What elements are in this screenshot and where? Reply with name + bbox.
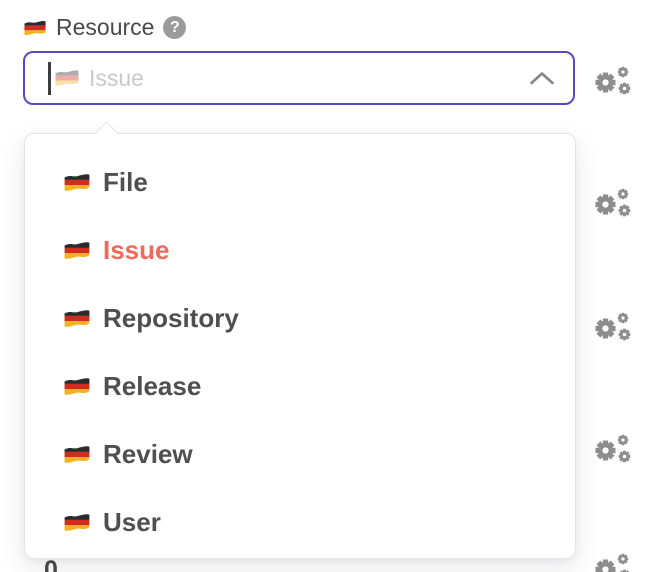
option-label: Repository	[103, 303, 239, 334]
option-file[interactable]: File	[25, 148, 575, 216]
option-user[interactable]: User	[25, 488, 575, 556]
german-flag-icon	[63, 376, 91, 397]
resource-combobox[interactable]: Issue	[23, 51, 575, 105]
german-flag-icon	[63, 512, 91, 533]
option-label: File	[103, 167, 148, 198]
dropdown-options: File Issue Repository Release Review Use…	[25, 134, 575, 558]
field-label-row: Resource ?	[23, 14, 186, 41]
german-flag-icon	[63, 444, 91, 465]
german-flag-icon	[63, 240, 91, 261]
chevron-up-icon[interactable]	[529, 70, 555, 86]
option-issue[interactable]: Issue	[25, 216, 575, 284]
combobox-placeholder: Issue	[89, 65, 144, 92]
field-label: Resource	[56, 14, 154, 41]
option-label: Issue	[103, 235, 170, 266]
gears-icon[interactable]	[592, 186, 632, 220]
parameter-form: Resource ? Issue 0 File Issue Reposi	[0, 0, 650, 572]
german-flag-icon	[23, 19, 47, 37]
gears-icon[interactable]	[592, 432, 632, 466]
option-label: Release	[103, 371, 201, 402]
option-review[interactable]: Review	[25, 420, 575, 488]
german-flag-icon	[63, 308, 91, 329]
option-label: Review	[103, 439, 193, 470]
option-release[interactable]: Release	[25, 352, 575, 420]
gears-icon[interactable]	[592, 64, 632, 98]
option-repository[interactable]: Repository	[25, 284, 575, 352]
gears-icon[interactable]	[592, 310, 632, 344]
gears-icon[interactable]	[592, 551, 632, 572]
help-icon[interactable]: ?	[163, 16, 186, 39]
text-cursor	[48, 62, 51, 95]
german-flag-icon	[63, 172, 91, 193]
option-label: User	[103, 507, 161, 538]
german-flag-icon	[54, 68, 80, 88]
dropdown-panel: File Issue Repository Release Review Use…	[24, 133, 576, 559]
